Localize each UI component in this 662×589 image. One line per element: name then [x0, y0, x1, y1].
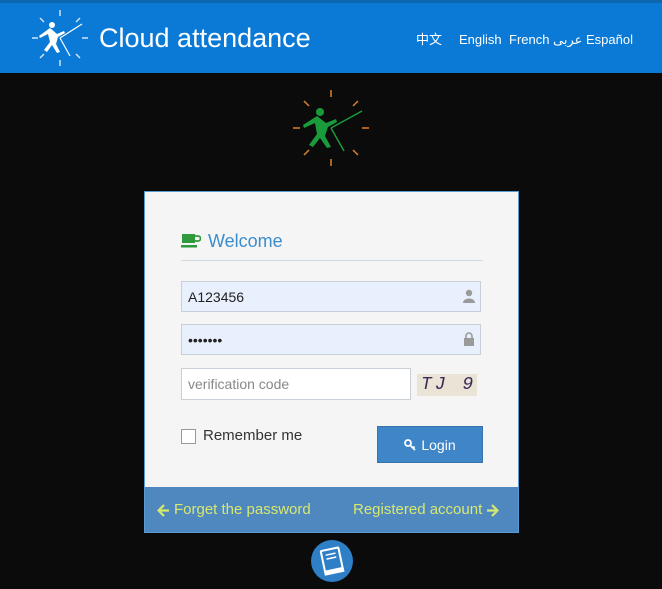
captcha-image[interactable]: TJ 9 w [417, 374, 477, 396]
forget-password-link[interactable]: Forget the password [157, 501, 311, 519]
panel-footer: Forget the password Registered account [145, 487, 518, 532]
lang-spanish-link[interactable]: Español [586, 32, 633, 48]
password-input[interactable] [181, 324, 481, 355]
fencer-clock-logo-icon [32, 10, 88, 66]
remember-me-checkbox[interactable] [181, 429, 196, 444]
lang-arabic-link[interactable]: عربى [553, 32, 582, 48]
arrow-left-icon [157, 503, 169, 517]
lang-french-link[interactable]: French [509, 32, 549, 48]
top-header: Cloud attendance 中文 English French عربى … [0, 0, 662, 73]
login-panel: Welcome TJ 9 w Remember me Login Forget … [144, 191, 519, 533]
lang-chinese-link[interactable]: 中文 [416, 32, 442, 48]
lock-icon [464, 332, 474, 346]
fencer-clock-icon [293, 90, 369, 166]
lang-english-link[interactable]: English [459, 32, 502, 48]
welcome-heading: Welcome [181, 228, 483, 261]
book-icon[interactable] [310, 539, 354, 583]
coffee-cup-icon [181, 234, 201, 248]
captcha-text: TJ 9 w [421, 375, 477, 395]
login-button-label: Login [421, 436, 456, 453]
register-account-link[interactable]: Registered account [353, 501, 500, 519]
remember-me-label: Remember me [203, 427, 303, 444]
user-icon [463, 289, 475, 303]
welcome-text: Welcome [208, 231, 283, 251]
key-icon [404, 439, 416, 451]
login-button[interactable]: Login [377, 426, 483, 463]
forget-password-label: Forget the password [174, 501, 311, 518]
arrow-right-icon [487, 503, 500, 517]
app-title: Cloud attendance [99, 23, 311, 53]
register-account-label: Registered account [353, 501, 483, 518]
username-input[interactable] [181, 281, 481, 312]
verification-code-input[interactable] [181, 368, 411, 400]
